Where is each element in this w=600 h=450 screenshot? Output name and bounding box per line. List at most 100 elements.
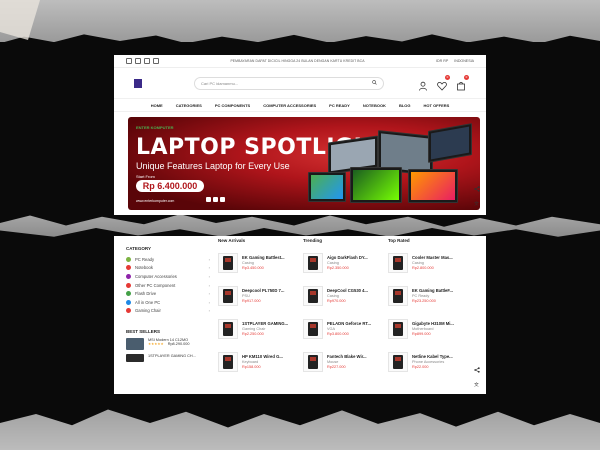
product-name[interactable]: Aigo DarkFlash DY...: [327, 255, 381, 260]
category-label: Other PC Component: [135, 282, 176, 288]
product-thumbnail[interactable]: [388, 318, 408, 339]
translate-icon[interactable]: 文: [474, 193, 480, 207]
product-thumbnail[interactable]: [218, 351, 238, 372]
category-item[interactable]: PC Ready ›: [126, 255, 210, 264]
laptop-image: [428, 123, 472, 163]
nav-home[interactable]: HOME: [151, 103, 163, 108]
product-item[interactable]: EK Gaming BattleF... PC Ready Rp23.250.000: [388, 279, 466, 312]
wishlist-heart-icon[interactable]: 0: [437, 75, 450, 91]
product-name[interactable]: Fantech Blake Wir...: [327, 354, 381, 359]
facebook-icon[interactable]: [126, 58, 132, 64]
nav-hot-offers[interactable]: HOT OFFERS: [424, 103, 450, 108]
site-header: Cari PC idamanmu... 0 0: [114, 68, 486, 98]
product-category: Mouse: [327, 360, 339, 364]
product-item[interactable]: Fantech Blake Wir... Mouse Rp227.000: [303, 345, 381, 378]
product-thumbnail[interactable]: [218, 285, 238, 306]
chevron-right-icon: ›: [208, 273, 210, 279]
product-name[interactable]: 1STPLAYER GAMING...: [242, 321, 296, 326]
product-item[interactable]: PELADN Geforce RT... VGA Rp3.800.000: [303, 312, 381, 345]
search-bar[interactable]: Cari PC idamanmu...: [194, 76, 384, 90]
share-icon[interactable]: [474, 179, 480, 192]
product-price: Rp2.250.000: [242, 332, 264, 336]
product-thumbnail[interactable]: [388, 252, 408, 273]
category-item[interactable]: All in One PC ›: [126, 298, 210, 307]
product-category: VGA: [327, 327, 336, 331]
product-item[interactable]: Gigabyte H310M Mi... Motherboard Rp899.000: [388, 312, 466, 345]
product-thumbnail[interactable]: [303, 285, 323, 306]
banner-social-icon: [220, 197, 225, 202]
product-item[interactable]: Cooler Master Mas... Casing Rp2.800.000: [388, 246, 466, 279]
best-seller-item[interactable]: 1STPLAYER GAMING CH...: [126, 354, 210, 363]
nav-notebook[interactable]: NOTEBOOK: [363, 103, 386, 108]
product-name[interactable]: EK Gaming Battlest...: [242, 255, 296, 260]
category-icon: [126, 256, 131, 262]
product-item[interactable]: EK Gaming Battlest... Casing Rp3.450.000: [218, 246, 296, 279]
search-input[interactable]: Cari PC idamanmu...: [201, 81, 372, 86]
product-thumbnail[interactable]: [303, 351, 323, 372]
category-item[interactable]: Gaming Chair ›: [126, 307, 210, 316]
category-label: PC Ready: [135, 256, 155, 262]
product-item[interactable]: 1STPLAYER GAMING... Gaming Chair Rp2.250.0…: [218, 312, 296, 345]
banner-brand: ENTER KOMPUTER: [136, 125, 174, 130]
twitter-icon[interactable]: [135, 58, 141, 64]
category-item[interactable]: Other PC Component ›: [126, 281, 210, 290]
banner-start-from: Start From: [136, 174, 155, 179]
product-image: [223, 288, 233, 303]
product-name[interactable]: Netline Kabel Type...: [412, 354, 466, 359]
product-name[interactable]: 1STPLAYER GAMING CH...: [148, 354, 196, 362]
laptop-image: [350, 167, 402, 203]
product-price: Rp227.000: [327, 365, 346, 369]
product-item[interactable]: Aigo DarkFlash DY... Casing Rp2.350.000: [303, 246, 381, 279]
hero-banner[interactable]: ENTER KOMPUTER LAPTOP SPOTLIGHT Unique F…: [128, 117, 480, 210]
product-category: Casing: [242, 261, 254, 265]
product-image: [308, 321, 318, 336]
product-name[interactable]: HP KM110 Wired G...: [242, 354, 296, 359]
product-name[interactable]: PELADN Geforce RT...: [327, 321, 381, 326]
nav-pc-ready[interactable]: PC READY: [329, 103, 350, 108]
product-thumbnail[interactable]: [218, 252, 238, 273]
rating-stars: ★★★★★: [148, 342, 164, 347]
category-item[interactable]: Computer Accessories ›: [126, 272, 210, 281]
category-icon: [126, 291, 131, 297]
best-seller-item[interactable]: MSI Modern 14 C12MO ★★★★★ Rp8.290.000: [126, 338, 210, 351]
product-thumbnail[interactable]: [303, 318, 323, 339]
product-thumbnail[interactable]: [303, 252, 323, 273]
product-item[interactable]: Netline Kabel Type... Phone Accessories Rp…: [388, 345, 466, 378]
product-price: Rp3.450.000: [242, 266, 264, 270]
nav-pc-components[interactable]: PC COMPONENTS: [215, 103, 250, 108]
category-label: Gaming Chair: [135, 308, 161, 314]
banner-social-icon: [206, 197, 211, 202]
product-item[interactable]: HP KM110 Wired G... Keyboard Rp158.000: [218, 345, 296, 378]
cart-icon[interactable]: 0: [456, 75, 469, 91]
product-thumbnail[interactable]: [388, 351, 408, 372]
category-item[interactable]: Notebook ›: [126, 264, 210, 273]
product-name[interactable]: Cooler Master Mas...: [412, 255, 466, 260]
user-account-icon[interactable]: [418, 78, 428, 91]
translate-icon[interactable]: 文: [474, 374, 480, 388]
category-label: Notebook: [135, 265, 153, 271]
product-name[interactable]: Deepcool PL750D 7...: [242, 288, 296, 293]
product-thumbnail[interactable]: [126, 354, 144, 363]
site-logo[interactable]: [134, 77, 160, 89]
product-price: Rp2.350.000: [327, 266, 349, 270]
nav-blog[interactable]: BLOG: [399, 103, 411, 108]
product-name[interactable]: EK Gaming BattleF...: [412, 288, 466, 293]
product-name[interactable]: Gigabyte H310M Mi...: [412, 321, 466, 326]
product-thumbnail[interactable]: [218, 318, 238, 339]
share-icon[interactable]: [474, 360, 480, 373]
instagram-icon[interactable]: [144, 58, 150, 64]
product-item[interactable]: Deepcool PL750D 7... PSU Rp917.000: [218, 279, 296, 312]
product-thumbnail[interactable]: [388, 285, 408, 306]
search-icon[interactable]: [372, 80, 377, 86]
category-item[interactable]: Flash Drive ›: [126, 289, 210, 298]
product-thumbnail[interactable]: [126, 338, 144, 351]
product-image: [308, 255, 318, 270]
product-item[interactable]: DeepCool CG530 4... Casing Rp970.000: [303, 279, 381, 312]
currency-selector[interactable]: IDR RP: [436, 59, 448, 63]
language-selector[interactable]: INDONESIA: [454, 59, 474, 63]
nav-computer-accessories[interactable]: COMPUTER ACCESSORIES: [263, 103, 316, 108]
product-column: New Arrivals EK Gaming Battlest... Casing R…: [218, 238, 296, 378]
category-icon: [126, 308, 131, 314]
product-name[interactable]: DeepCool CG530 4...: [327, 288, 381, 293]
nav-categories[interactable]: CATEGORIES: [176, 103, 202, 108]
